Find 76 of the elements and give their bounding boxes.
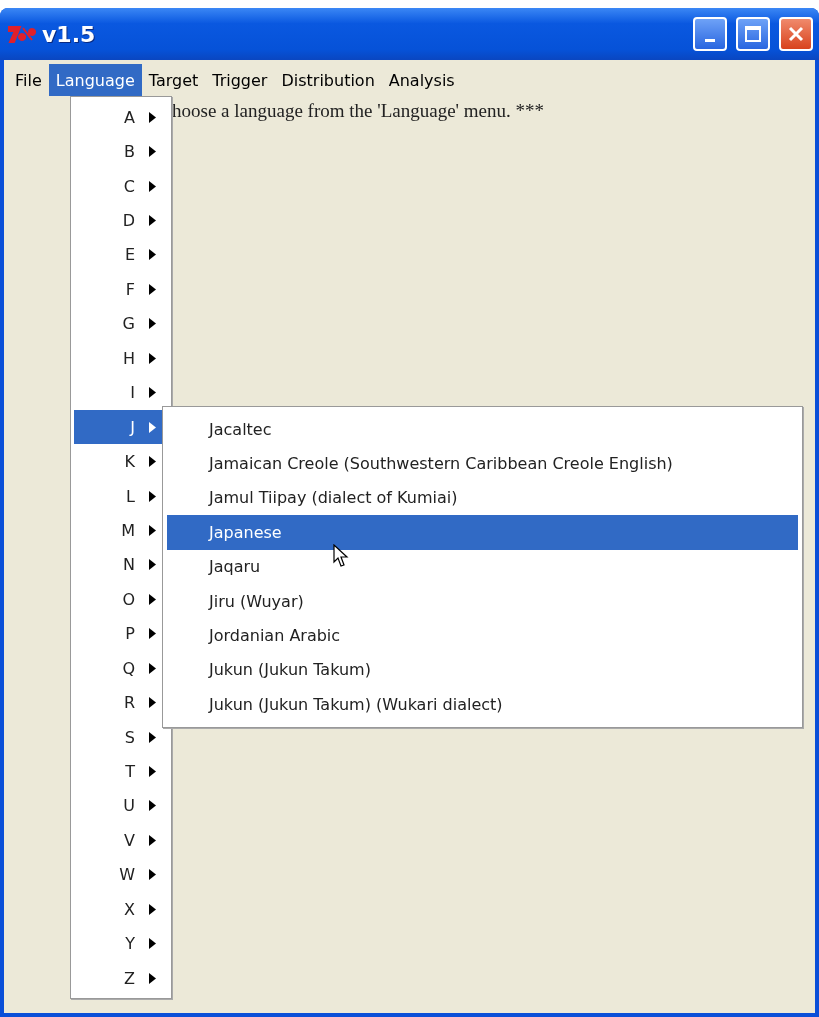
submenu-arrow-icon — [149, 180, 156, 192]
letter-menu-item[interactable]: F — [74, 272, 168, 307]
letter-menu-item[interactable]: A — [74, 100, 168, 135]
letter-menu-item[interactable]: K — [74, 444, 168, 479]
submenu-arrow-icon — [149, 421, 156, 433]
minimize-icon — [705, 38, 715, 42]
window-title: v1.5 — [42, 21, 97, 47]
submenu-arrow-icon — [149, 766, 156, 778]
language-menu-item[interactable]: Jukun (Jukun Takum) — [167, 652, 798, 688]
letter-menu-item[interactable]: X — [74, 892, 168, 927]
submenu-arrow-icon — [149, 146, 156, 158]
submenu-arrow-icon — [149, 387, 156, 399]
menu-item[interactable]: Distribution — [274, 64, 382, 96]
submenu-arrow-icon — [149, 731, 156, 743]
message-text: hoose a language from the 'Language' menu. *** — [172, 100, 544, 122]
submenu-arrow-icon — [149, 524, 156, 536]
submenu-arrow-icon — [149, 662, 156, 674]
letter-menu-item[interactable]: O — [74, 582, 168, 617]
mouse-cursor-icon — [333, 544, 349, 568]
letter-menu-item[interactable]: C — [74, 168, 168, 204]
language-menu-item[interactable]: Jacaltec — [167, 412, 798, 447]
letter-menu-item[interactable]: D — [74, 203, 168, 238]
submenu-arrow-icon — [149, 283, 156, 295]
language-menu-item[interactable]: Japanese — [167, 515, 798, 550]
menu-item[interactable]: Target — [141, 64, 206, 96]
submenu-arrow-icon — [149, 318, 156, 330]
letter-menu-item[interactable]: B — [74, 134, 168, 169]
app-logo-icon — [8, 24, 36, 44]
letter-menu-item[interactable]: W — [74, 857, 168, 893]
letter-menu-item[interactable]: Z — [74, 960, 168, 996]
letter-menu-item[interactable]: U — [74, 788, 168, 824]
language-menu-item[interactable]: Jukun (Jukun Takum) (Wukari dialect) — [167, 687, 798, 722]
letter-menu-item[interactable]: G — [74, 306, 168, 342]
menu-item[interactable]: Language — [48, 64, 142, 96]
maximize-icon — [744, 25, 762, 43]
language-menu-item[interactable]: Jamul Tiipay (dialect of Kumiai) — [167, 480, 798, 516]
submenu-arrow-icon — [149, 456, 156, 468]
menu-item[interactable]: Trigger — [205, 64, 275, 96]
submenu-arrow-icon — [149, 903, 156, 915]
language-menu-item[interactable]: Jiru (Wuyar) — [167, 583, 798, 619]
submenu-arrow-icon — [149, 215, 156, 227]
letter-menu-item[interactable]: H — [74, 341, 168, 376]
submenu-arrow-icon — [149, 352, 156, 364]
close-button[interactable] — [779, 17, 813, 51]
submenu-arrow-icon — [149, 593, 156, 605]
letter-menu-item[interactable]: V — [74, 823, 168, 858]
menu-item[interactable]: Analysis — [381, 64, 462, 96]
submenu-arrow-icon — [149, 490, 156, 502]
submenu-arrow-icon — [149, 111, 156, 123]
letter-menu-item[interactable]: T — [74, 754, 168, 789]
language-menu-item[interactable]: Jordanian Arabic — [167, 618, 798, 653]
letter-menu-item[interactable]: I — [74, 375, 168, 410]
minimize-button[interactable] — [693, 17, 727, 51]
letter-menu-item[interactable]: L — [74, 478, 168, 514]
submenu-arrow-icon — [149, 628, 156, 640]
submenu-arrow-icon — [149, 869, 156, 881]
letter-menu-item[interactable]: Y — [74, 926, 168, 961]
maximize-button[interactable] — [736, 17, 770, 51]
letter-menu-item[interactable]: E — [74, 237, 168, 273]
menu-item[interactable]: File — [8, 64, 49, 96]
language-menu-item[interactable]: Jamaican Creole (Southwestern Caribbean Creole English) — [167, 446, 798, 481]
letter-menu-item[interactable]: R — [74, 685, 168, 720]
submenu-arrow-icon — [149, 249, 156, 261]
submenu-arrow-icon — [149, 972, 156, 984]
submenu-arrow-icon — [149, 559, 156, 571]
submenu-arrow-icon — [149, 834, 156, 846]
close-icon — [787, 25, 805, 43]
letter-menu-item[interactable]: M — [74, 513, 168, 548]
submenu-arrow-icon — [149, 697, 156, 709]
letter-menu-item[interactable]: S — [74, 719, 168, 755]
language-menu-item[interactable]: Jaqaru — [167, 549, 798, 584]
letter-menu-item[interactable]: Q — [74, 651, 168, 686]
submenu-arrow-icon — [149, 800, 156, 812]
letter-menu-item[interactable]: P — [74, 616, 168, 651]
submenu-arrow-icon — [149, 938, 156, 950]
letter-menu-item[interactable]: N — [74, 547, 168, 583]
